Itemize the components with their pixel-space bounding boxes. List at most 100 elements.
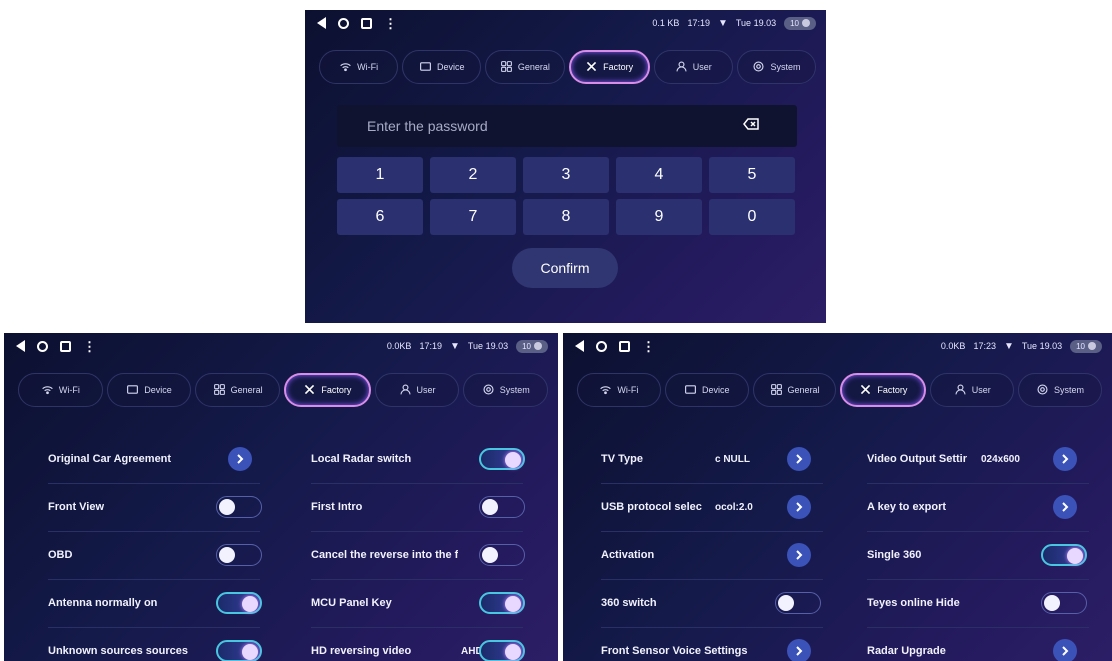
volume-indicator[interactable]: 10 [1070,339,1102,353]
tab-user[interactable]: User [930,373,1015,407]
recent-apps-icon[interactable] [60,340,71,352]
tab-user[interactable]: User [374,373,460,407]
back-icon[interactable] [575,340,584,352]
tab-general[interactable]: General [752,373,837,407]
tab-factory[interactable]: Factory [284,373,371,407]
toggle-switch[interactable] [1041,544,1087,566]
keypad-key[interactable]: 9 [616,199,702,235]
home-icon[interactable] [37,340,48,352]
setting-row[interactable]: Single 360 [867,535,1099,575]
setting-row[interactable]: First Intro [311,487,533,527]
toggle-switch[interactable] [479,544,525,566]
chevron-right-icon[interactable] [228,447,252,471]
tab-general[interactable]: General [195,373,281,407]
menu-dots-icon[interactable]: ⋮ [384,17,397,30]
tab-label: Device [701,385,730,395]
volume-indicator[interactable]: 10 [516,339,548,353]
back-icon[interactable] [16,340,25,352]
toggle-switch[interactable] [1041,592,1087,614]
setting-row[interactable]: Activation [601,535,833,575]
toggle-switch[interactable] [479,496,525,518]
status-bar: ⋮ 0.0KB 17:19 ▼ Tue 19.03 10 [4,333,558,359]
toggle-switch[interactable] [775,592,821,614]
tab-system[interactable]: System [1018,373,1102,407]
chevron-right-icon[interactable] [1053,495,1077,519]
row-divider [48,579,260,580]
keypad-key[interactable]: 6 [337,199,423,235]
setting-row[interactable]: Front View [48,487,270,527]
toggle-switch[interactable] [479,640,525,661]
setting-row[interactable]: MCU Panel Key [311,583,533,623]
setting-row[interactable]: Original Car Agreement [48,439,270,479]
chevron-right-icon[interactable] [787,543,811,567]
toggle-switch[interactable] [479,592,525,614]
chevron-right-icon[interactable] [787,639,811,661]
keypad-key[interactable]: 5 [709,157,795,193]
keypad-key[interactable]: 8 [523,199,609,235]
toggle-knob [505,596,521,612]
home-icon[interactable] [338,17,349,29]
recent-apps-icon[interactable] [619,340,630,352]
setting-row[interactable]: Teyes online Hide [867,583,1099,623]
setting-row[interactable]: Antenna normally on [48,583,270,623]
chevron-right-icon[interactable] [1053,639,1077,661]
tab-device[interactable]: Device [402,50,482,84]
tab-factory[interactable]: Factory [568,50,650,84]
tab-label: User [692,62,712,72]
setting-row[interactable]: HD reversing video AHD [311,631,533,661]
keypad-key[interactable]: 2 [430,157,516,193]
backspace-icon[interactable] [743,117,759,135]
setting-row[interactable]: USB protocol selec ocol:2.0 [601,487,833,527]
tab-general[interactable]: General [485,50,565,84]
chevron-right-icon[interactable] [787,495,811,519]
setting-row[interactable]: TV Type c NULL [601,439,833,479]
toggle-switch[interactable] [216,592,262,614]
toggle-switch[interactable] [216,544,262,566]
setting-row[interactable]: Local Radar switch [311,439,533,479]
setting-row[interactable]: OBD [48,535,270,575]
toggle-switch[interactable] [216,496,262,518]
factory-tools-icon [859,383,872,398]
volume-indicator[interactable]: 10 [784,16,816,30]
setting-row[interactable]: Cancel the reverse into the f [311,535,533,575]
tab-factory[interactable]: Factory [840,373,927,407]
keypad-key[interactable]: 0 [709,199,795,235]
row-divider [601,579,823,580]
setting-row[interactable]: 360 switch [601,583,833,623]
setting-label: OBD [48,549,73,561]
toggle-knob [242,644,258,660]
toggle-switch[interactable] [479,448,525,470]
tab-user[interactable]: User [653,50,733,84]
tab-system[interactable]: System [463,373,549,407]
confirm-button[interactable]: Confirm [512,248,618,288]
tab-wifi[interactable]: Wi-Fi [18,373,103,407]
chevron-right-icon[interactable] [787,447,811,471]
volume-level: 10 [790,18,799,28]
setting-row[interactable]: Front Sensor Voice Settings [601,631,833,661]
row-divider [867,483,1089,484]
home-icon[interactable] [596,340,607,352]
nav-buttons: ⋮ [305,17,397,30]
tab-wifi[interactable]: Wi-Fi [577,373,661,407]
setting-label: Antenna normally on [48,597,158,609]
tab-device[interactable]: Device [664,373,749,407]
setting-row[interactable]: Unknown sources sources [48,631,270,661]
setting-row[interactable]: Radar Upgrade [867,631,1099,661]
keypad-key[interactable]: 4 [616,157,702,193]
menu-dots-icon[interactable]: ⋮ [83,340,96,353]
setting-row[interactable]: A key to export [867,487,1099,527]
setting-row[interactable]: Video Output Settir 024x600 [867,439,1099,479]
tab-system[interactable]: System [736,50,817,84]
keypad-key[interactable]: 7 [430,199,516,235]
tab-wifi[interactable]: Wi-Fi [319,50,399,84]
menu-dots-icon[interactable]: ⋮ [642,340,655,353]
toggle-switch[interactable] [216,640,262,661]
status-bar: ⋮ 0.1 KB 17:19 ▼ Tue 19.03 10 [305,10,826,36]
keypad-key[interactable]: 1 [337,157,423,193]
keypad-key[interactable]: 3 [523,157,609,193]
back-icon[interactable] [317,17,326,29]
tab-device[interactable]: Device [106,373,192,407]
password-input[interactable]: Enter the password [337,105,797,147]
chevron-right-icon[interactable] [1053,447,1077,471]
recent-apps-icon[interactable] [361,17,372,29]
